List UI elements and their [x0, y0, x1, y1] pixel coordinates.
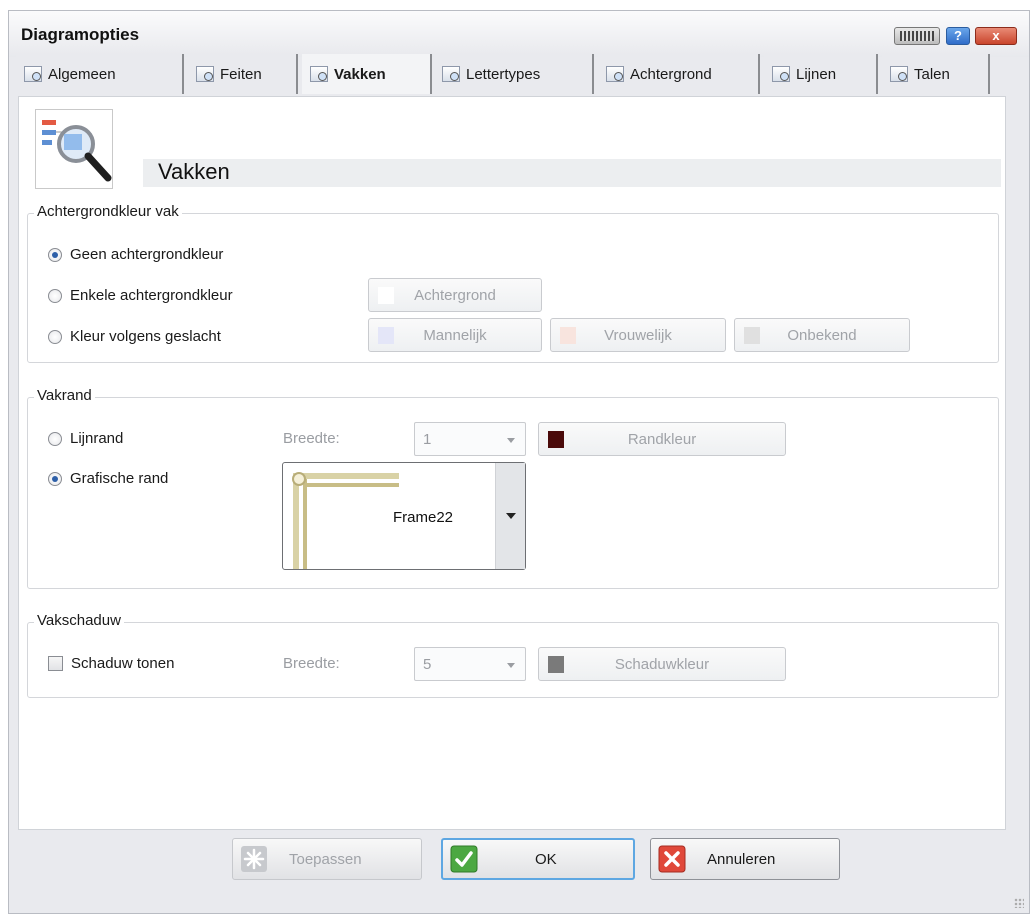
checkmark-icon: [449, 844, 479, 874]
shadow-width-select[interactable]: 5: [414, 647, 526, 681]
radio-line-border[interactable]: Lijnrand: [48, 430, 123, 447]
radio-graphic-border[interactable]: Grafische rand: [48, 470, 168, 487]
button-label: Toepassen: [289, 850, 362, 868]
radio-dot: [48, 471, 62, 486]
tab-label: Lettertypes: [466, 65, 541, 83]
languages-icon: [890, 66, 908, 82]
border-width-label: Breedte:: [283, 430, 340, 447]
select-value: 1: [423, 431, 432, 448]
button-label: Randkleur: [627, 430, 697, 448]
radio-single-background[interactable]: Enkele achtergrondkleur: [48, 287, 233, 304]
frame-dropdown-button[interactable]: [495, 463, 525, 569]
title-bar[interactable]: Diagramopties ? x: [9, 11, 1029, 57]
tab-lijnen[interactable]: Lijnen: [764, 54, 878, 94]
chevron-down-icon: [506, 513, 516, 519]
keyboard-icon[interactable]: [894, 27, 940, 45]
radio-label: Geen achtergrondkleur: [70, 246, 224, 263]
tab-algemeen[interactable]: Algemeen: [16, 54, 184, 94]
checkbox-label: Schaduw tonen: [71, 655, 175, 672]
radio-dot: [48, 288, 62, 303]
font-icon: [442, 66, 460, 82]
button-label: Annuleren: [707, 850, 776, 868]
checkbox-box: [48, 656, 63, 671]
tab-label: Achtergrond: [630, 65, 712, 83]
tab-vakken[interactable]: Vakken: [302, 54, 432, 94]
cancel-x-icon: [657, 844, 687, 874]
chevron-down-icon: [507, 663, 515, 668]
radio-label: Lijnrand: [70, 430, 124, 447]
select-value: 5: [423, 656, 432, 673]
tab-label: Lijnen: [796, 65, 837, 83]
radio-dot: [48, 431, 62, 446]
button-label: Onbekend: [787, 326, 857, 344]
background-icon: [606, 66, 624, 82]
header-bar: [143, 159, 1001, 187]
color-swatch: [378, 287, 394, 304]
frame-preview: Frame22: [283, 463, 495, 569]
border-color-button[interactable]: Randkleur: [538, 422, 786, 456]
color-swatch: [744, 327, 760, 344]
apply-button[interactable]: Toepassen: [232, 838, 422, 880]
button-label: Achtergrond: [414, 286, 496, 304]
male-color-button[interactable]: Mannelijk: [368, 318, 542, 352]
button-label: Vrouwelijk: [604, 326, 672, 344]
frame-style-dropdown[interactable]: Frame22: [282, 462, 526, 570]
border-group: Vakrand Lijnrand Grafische rand Breedte:…: [27, 387, 999, 589]
button-label: OK: [535, 850, 557, 868]
group-legend: Achtergrondkleur vak: [34, 203, 182, 220]
facts-icon: [196, 66, 214, 82]
button-label: Mannelijk: [423, 326, 487, 344]
group-legend: Vakrand: [34, 387, 95, 404]
female-color-button[interactable]: Vrouwelijk: [550, 318, 726, 352]
radio-label: Grafische rand: [70, 470, 169, 487]
ok-button[interactable]: OK: [441, 838, 635, 880]
resize-grip[interactable]: [1014, 898, 1024, 908]
apply-icon: [239, 844, 269, 874]
unknown-color-button[interactable]: Onbekend: [734, 318, 910, 352]
shadow-width-label: Breedte:: [283, 655, 340, 672]
shadow-color-button[interactable]: Schaduwkleur: [538, 647, 786, 681]
boxes-icon: [310, 66, 328, 82]
window-title: Diagramopties: [21, 25, 140, 44]
lines-icon: [772, 66, 790, 82]
radio-no-background[interactable]: Geen achtergrondkleur: [48, 246, 223, 263]
color-swatch: [378, 327, 394, 344]
background-color-group: Achtergrondkleur vak Geen achtergrondkle…: [27, 203, 999, 363]
tab-content-vakken: Vakken Achtergrondkleur vak Geen achterg…: [18, 96, 1006, 830]
tab-lettertypes[interactable]: Lettertypes: [434, 54, 594, 94]
help-button[interactable]: ?: [946, 27, 970, 45]
color-swatch: [548, 431, 564, 448]
tab-talen[interactable]: Talen: [882, 54, 990, 94]
tab-achtergrond[interactable]: Achtergrond: [598, 54, 760, 94]
frame-value: Frame22: [393, 509, 454, 526]
shadow-group: Vakschaduw Schaduw tonen Breedte: 5 Scha…: [27, 612, 999, 698]
color-swatch: [548, 656, 564, 673]
border-width-select[interactable]: 1: [414, 422, 526, 456]
radio-dot: [48, 247, 62, 262]
color-swatch: [560, 327, 576, 344]
page-title: Vakken: [158, 159, 230, 184]
button-label: Schaduwkleur: [614, 655, 710, 673]
background-color-button[interactable]: Achtergrond: [368, 278, 542, 312]
cancel-button[interactable]: Annuleren: [650, 838, 840, 880]
show-shadow-checkbox[interactable]: Schaduw tonen: [48, 655, 174, 672]
radio-label: Kleur volgens geslacht: [70, 328, 221, 345]
tab-feiten[interactable]: Feiten: [188, 54, 298, 94]
radio-label: Enkele achtergrondkleur: [70, 287, 233, 304]
radio-dot: [48, 329, 62, 344]
tab-label: Talen: [914, 65, 950, 83]
settings-icon: [24, 66, 42, 82]
tab-label: Feiten: [220, 65, 262, 83]
tab-label: Algemeen: [48, 65, 116, 83]
boxes-magnifier-icon: [35, 109, 113, 189]
radio-color-by-gender[interactable]: Kleur volgens geslacht: [48, 328, 221, 345]
chevron-down-icon: [507, 438, 515, 443]
group-legend: Vakschaduw: [34, 612, 124, 629]
close-button[interactable]: x: [975, 27, 1017, 45]
tab-label: Vakken: [334, 65, 386, 83]
